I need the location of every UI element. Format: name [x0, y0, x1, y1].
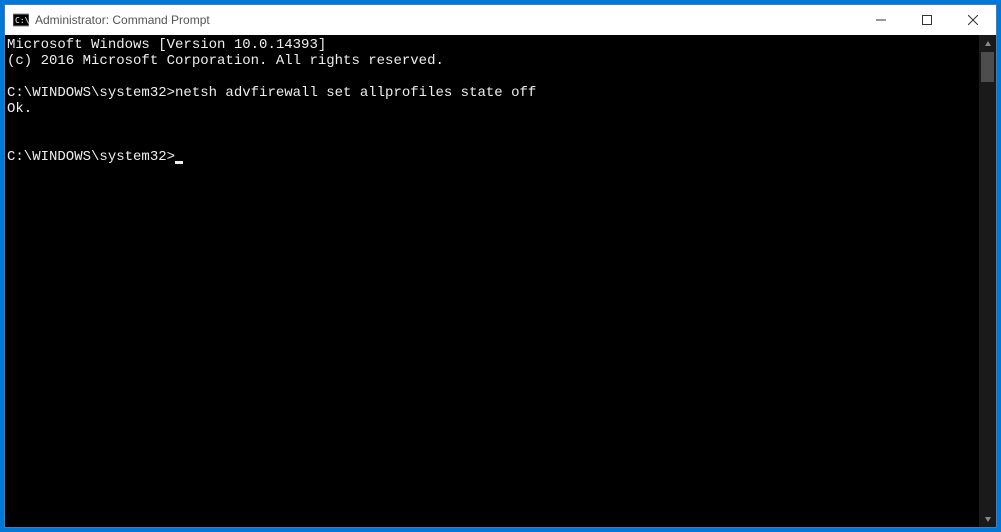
- scrollbar-track[interactable]: [979, 52, 996, 510]
- window-title: Administrator: Command Prompt: [35, 13, 858, 27]
- terminal-line: Microsoft Windows [Version 10.0.14393]: [7, 37, 979, 53]
- titlebar[interactable]: C:\ Administrator: Command Prompt: [5, 5, 996, 35]
- terminal-output[interactable]: Microsoft Windows [Version 10.0.14393](c…: [5, 35, 979, 527]
- cmd-window: C:\ Administrator: Command Prompt Micros…: [4, 4, 997, 528]
- terminal-line: [7, 133, 979, 149]
- cmd-icon: C:\: [13, 12, 29, 28]
- cursor-icon: [175, 161, 183, 164]
- terminal-line: Ok.: [7, 101, 979, 117]
- terminal-prompt-line[interactable]: C:\WINDOWS\system32>: [7, 149, 979, 165]
- prompt-text: C:\WINDOWS\system32>: [7, 149, 175, 165]
- scrollbar-thumb[interactable]: [981, 52, 994, 82]
- terminal-line: C:\WINDOWS\system32>netsh advfirewall se…: [7, 85, 979, 101]
- svg-text:C:\: C:\: [15, 16, 29, 25]
- terminal-line: (c) 2016 Microsoft Corporation. All righ…: [7, 53, 979, 69]
- maximize-button[interactable]: [904, 5, 950, 35]
- terminal-line: [7, 69, 979, 85]
- scroll-up-arrow-icon[interactable]: [979, 35, 996, 52]
- scroll-down-arrow-icon[interactable]: [979, 510, 996, 527]
- minimize-button[interactable]: [858, 5, 904, 35]
- terminal-area: Microsoft Windows [Version 10.0.14393](c…: [5, 35, 996, 527]
- scrollbar[interactable]: [979, 35, 996, 527]
- window-controls: [858, 5, 996, 35]
- terminal-line: [7, 117, 979, 133]
- close-button[interactable]: [950, 5, 996, 35]
